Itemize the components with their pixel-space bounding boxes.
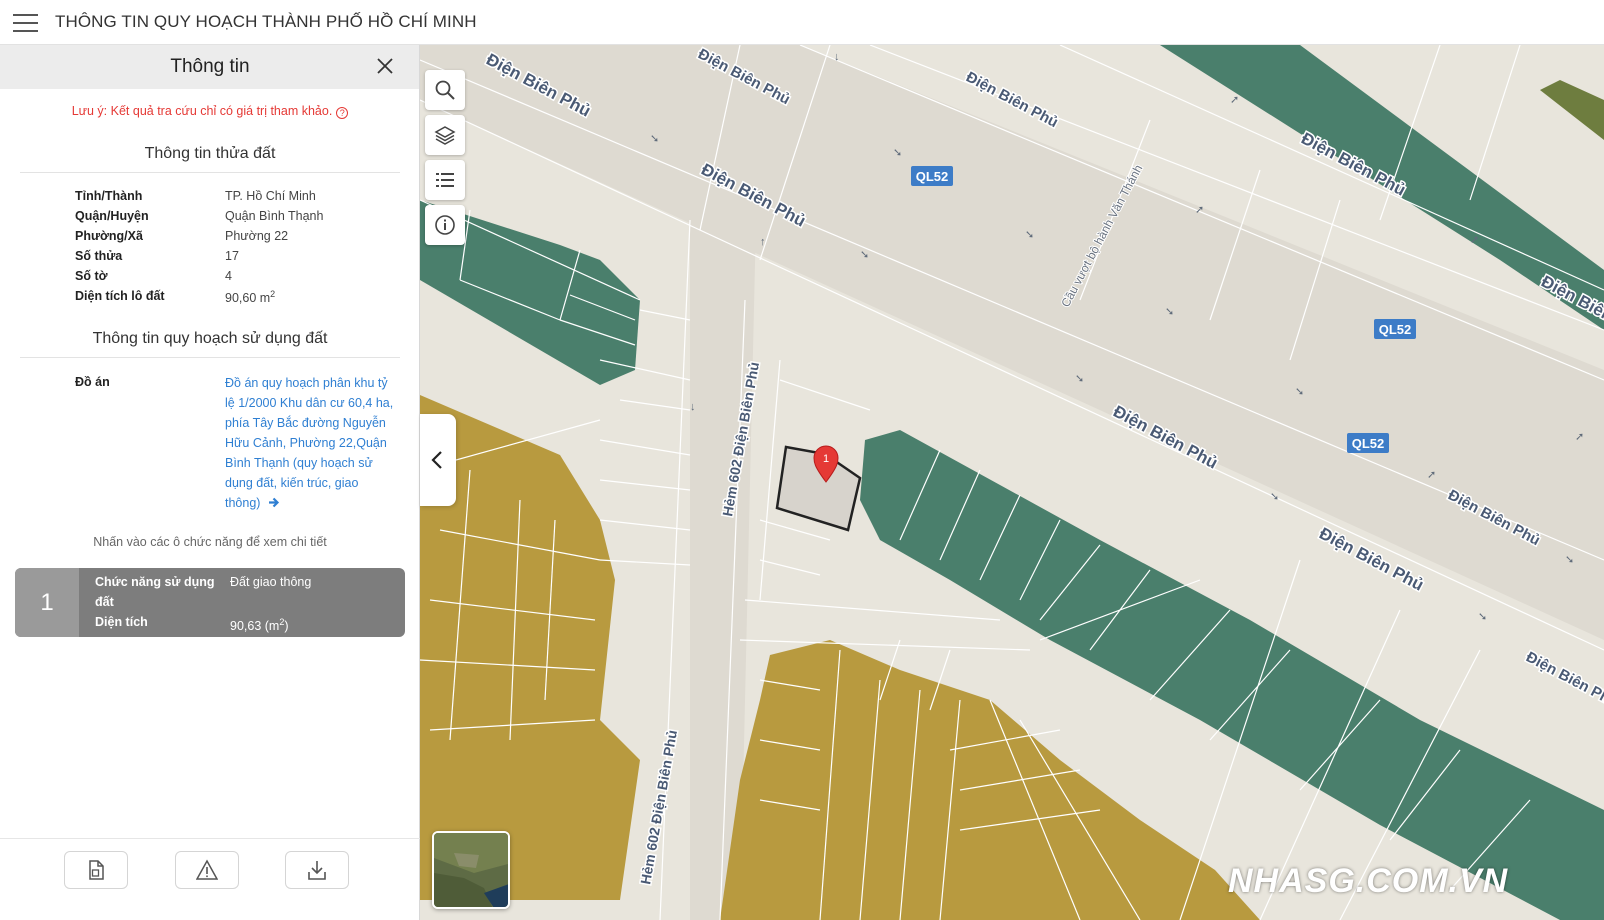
svg-text:➘: ➘ xyxy=(1025,229,1034,241)
marker-label: 1 xyxy=(823,453,829,465)
warning-button[interactable] xyxy=(175,851,239,889)
help-icon[interactable]: ? xyxy=(336,107,349,119)
info-label: Tỉnh/Thành xyxy=(75,189,143,203)
panel-title: Thông tin xyxy=(170,56,250,77)
area-unit-superscript: 2 xyxy=(270,289,276,299)
satellite-thumbnail xyxy=(434,833,508,907)
map-info-button[interactable] xyxy=(425,205,465,245)
map-view[interactable]: 1 ➘ ➘ ➘ ➘ ➘ ➘ ➘ ➘ ➘ ➘ ➚ ➚ ➚ ➚ ➚ ↑ ↓ ↓ Đi… xyxy=(420,45,1604,920)
function-value: Đất giao thông xyxy=(230,575,312,589)
svg-text:↑: ↑ xyxy=(760,236,766,248)
layers-icon xyxy=(434,126,456,145)
arrow-right-icon[interactable] xyxy=(268,494,280,514)
svg-text:➘: ➘ xyxy=(860,249,869,261)
function-number: 1 xyxy=(15,568,79,637)
function-label: Chức năng sử dụng đất xyxy=(95,575,215,609)
area-close-paren: ) xyxy=(284,619,289,634)
info-label: Số thửa xyxy=(75,249,123,263)
panel-header: Thông tin xyxy=(0,45,419,89)
watermark: NHASG.COM.VN xyxy=(1228,862,1509,900)
area-label: Diện tích xyxy=(95,615,148,629)
svg-text:➚: ➚ xyxy=(1195,204,1204,216)
svg-text:↓: ↓ xyxy=(690,401,696,413)
chevron-left-icon xyxy=(431,451,442,469)
svg-text:➘: ➘ xyxy=(1295,386,1304,398)
disclaimer-note: Lưu ý: Kết quả tra cứu chỉ có giá trị th… xyxy=(0,104,420,119)
ql52-shield-2: QL52 xyxy=(1374,319,1416,339)
close-button[interactable] xyxy=(374,55,396,77)
plan-link-text[interactable]: Đồ án quy hoạch phân khu tỷ lệ 1/2000 Kh… xyxy=(225,376,393,510)
ql52-shield-1: QL52 xyxy=(911,166,953,186)
satellite-minimap[interactable] xyxy=(432,831,510,909)
planning-section-title: Thông tin quy hoạch sử dụng đất xyxy=(92,330,328,347)
svg-text:➘: ➘ xyxy=(1270,491,1279,503)
report-button[interactable] xyxy=(64,851,128,889)
area-value: 90,63 (m2) xyxy=(230,612,289,636)
warning-icon xyxy=(196,859,218,880)
panel-footer xyxy=(0,838,420,920)
info-label: Quận/Huyện xyxy=(75,209,149,223)
info-label: Diện tích lô đất xyxy=(75,289,165,303)
download-icon xyxy=(308,861,326,880)
map-layers-button[interactable] xyxy=(425,115,465,155)
hint-text: Nhấn vào các ô chức năng để xem chi tiết xyxy=(93,535,327,549)
plan-link[interactable]: Đồ án quy hoạch phân khu tỷ lệ 1/2000 Kh… xyxy=(225,373,395,514)
road-label-ham602-2: Hẻm 602 Điện Biên Phủ xyxy=(637,729,680,886)
svg-text:QL52: QL52 xyxy=(1379,322,1412,337)
road-label-dbp-10: Điện Biên Phủ xyxy=(1523,649,1604,712)
svg-text:➘: ➘ xyxy=(1565,554,1574,566)
info-value: TP. Hồ Chí Minh xyxy=(225,189,316,203)
green-zone-corner xyxy=(1540,80,1604,140)
close-icon xyxy=(377,58,393,74)
svg-text:➚: ➚ xyxy=(1230,94,1239,106)
svg-text:➚: ➚ xyxy=(1427,469,1436,481)
svg-text:➘: ➘ xyxy=(650,133,659,145)
area-number: 90,63 (m xyxy=(230,619,280,634)
map-legend-button[interactable] xyxy=(425,160,465,200)
info-value: 4 xyxy=(225,269,232,283)
document-icon xyxy=(89,860,104,880)
svg-text:➚: ➚ xyxy=(1575,431,1584,443)
disclaimer-text: Lưu ý: Kết quả tra cứu chỉ có giá trị th… xyxy=(71,104,333,118)
land-function-card[interactable]: 1 Chức năng sử dụng đất Đất giao thông D… xyxy=(15,568,405,637)
info-panel: Thông tin Lưu ý: Kết quả tra cứu chỉ có … xyxy=(0,45,420,920)
top-bar: THÔNG TIN QUY HOẠCH THÀNH PHỐ HỒ CHÍ MIN… xyxy=(0,0,1604,45)
info-value: Quận Bình Thạnh xyxy=(225,209,324,223)
app-title: THÔNG TIN QUY HOẠCH THÀNH PHỐ HỒ CHÍ MIN… xyxy=(55,12,477,31)
info-label: Phường/Xã xyxy=(75,229,143,243)
svg-text:➘: ➘ xyxy=(1478,611,1487,623)
info-value: 90,60 m2 xyxy=(225,289,425,305)
svg-text:➘: ➘ xyxy=(1165,306,1174,318)
list-icon xyxy=(436,173,454,187)
plan-label: Đồ án xyxy=(75,375,110,389)
svg-text:➘: ➘ xyxy=(1075,373,1084,385)
area-value: 90,60 m xyxy=(225,291,271,306)
parcel-section-title: Thông tin thửa đất xyxy=(144,145,276,162)
divider xyxy=(20,357,400,358)
svg-text:➘: ➘ xyxy=(893,147,902,159)
svg-text:QL52: QL52 xyxy=(916,169,949,184)
search-icon xyxy=(435,80,455,100)
info-value: 17 xyxy=(225,249,239,263)
svg-text:↓: ↓ xyxy=(834,51,840,63)
ql52-shield-3: QL52 xyxy=(1347,433,1389,453)
svg-text:➚: ➚ xyxy=(1470,234,1479,246)
collapse-panel-button[interactable] xyxy=(420,414,456,506)
menu-icon[interactable] xyxy=(12,12,40,34)
info-icon xyxy=(435,215,455,235)
info-value: Phường 22 xyxy=(225,229,289,243)
map-canvas[interactable]: 1 ➘ ➘ ➘ ➘ ➘ ➘ ➘ ➘ ➘ ➘ ➚ ➚ ➚ ➚ ➚ ↑ ↓ ↓ Đi… xyxy=(420,45,1604,920)
info-label: Số tờ xyxy=(75,269,108,283)
divider xyxy=(20,172,400,173)
svg-text:QL52: QL52 xyxy=(1352,436,1385,451)
download-button[interactable] xyxy=(285,851,349,889)
map-search-button[interactable] xyxy=(425,70,465,110)
